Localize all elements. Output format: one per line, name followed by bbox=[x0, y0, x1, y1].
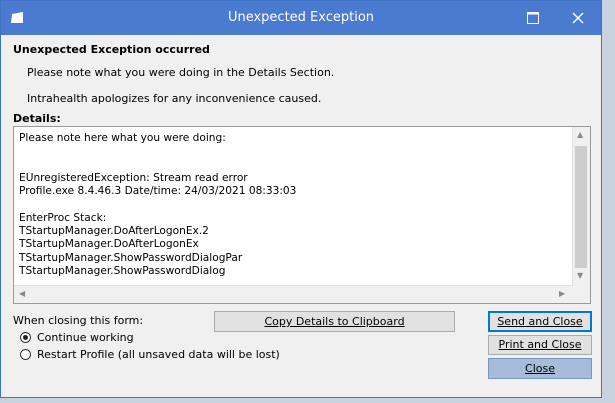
radio-restart-profile[interactable]: Restart Profile (all unsaved data will b… bbox=[20, 346, 280, 362]
closing-options-label: When closing this form: bbox=[13, 314, 144, 327]
close-label: Close bbox=[525, 362, 555, 375]
horizontal-scrollbar[interactable]: ◀ ▶ bbox=[14, 285, 573, 303]
send-and-close-label: Send and Close bbox=[497, 315, 583, 328]
radio-checked-icon[interactable] bbox=[20, 331, 31, 343]
close-window-button[interactable] bbox=[556, 1, 601, 35]
radio-label: Restart Profile (all unsaved data will b… bbox=[37, 347, 280, 361]
copy-details-button[interactable]: Copy Details to Clipboard bbox=[214, 311, 455, 332]
scroll-down-icon[interactable]: ▼ bbox=[577, 271, 583, 280]
radio-continue-working[interactable]: Continue working bbox=[20, 329, 134, 345]
close-icon bbox=[572, 12, 584, 24]
close-button[interactable]: Close bbox=[488, 358, 592, 379]
scroll-right-icon[interactable]: ▶ bbox=[559, 289, 565, 298]
scroll-up-icon[interactable]: ▲ bbox=[577, 130, 583, 139]
scrollbar-corner bbox=[573, 286, 590, 303]
maximize-icon bbox=[527, 12, 539, 24]
radio-label: Continue working bbox=[37, 330, 134, 344]
copy-details-label: Copy Details to Clipboard bbox=[264, 315, 405, 328]
dialog-heading: Unexpected Exception occurred bbox=[13, 43, 210, 56]
radio-unchecked-icon[interactable] bbox=[20, 348, 31, 360]
send-and-close-button[interactable]: Send and Close bbox=[488, 311, 592, 332]
apology-text: Intrahealth apologizes for any inconveni… bbox=[27, 92, 322, 105]
print-and-close-button[interactable]: Print and Close bbox=[488, 335, 592, 355]
print-and-close-label: Print and Close bbox=[498, 338, 582, 351]
details-text[interactable]: Please note here what you were doing: EU… bbox=[19, 132, 569, 282]
scroll-left-icon[interactable]: ◀ bbox=[19, 289, 25, 298]
exception-dialog: Unexpected Exception Unexpected Exceptio… bbox=[0, 0, 602, 398]
vertical-scroll-thumb[interactable] bbox=[575, 146, 587, 268]
maximize-button[interactable] bbox=[511, 1, 556, 35]
instruction-text: Please note what you were doing in the D… bbox=[27, 66, 335, 79]
title-bar[interactable]: Unexpected Exception bbox=[1, 1, 601, 35]
vertical-scrollbar[interactable]: ▲ ▼ bbox=[572, 127, 590, 286]
details-memo[interactable]: Please note here what you were doing: EU… bbox=[13, 126, 591, 304]
details-label: Details: bbox=[13, 112, 61, 125]
